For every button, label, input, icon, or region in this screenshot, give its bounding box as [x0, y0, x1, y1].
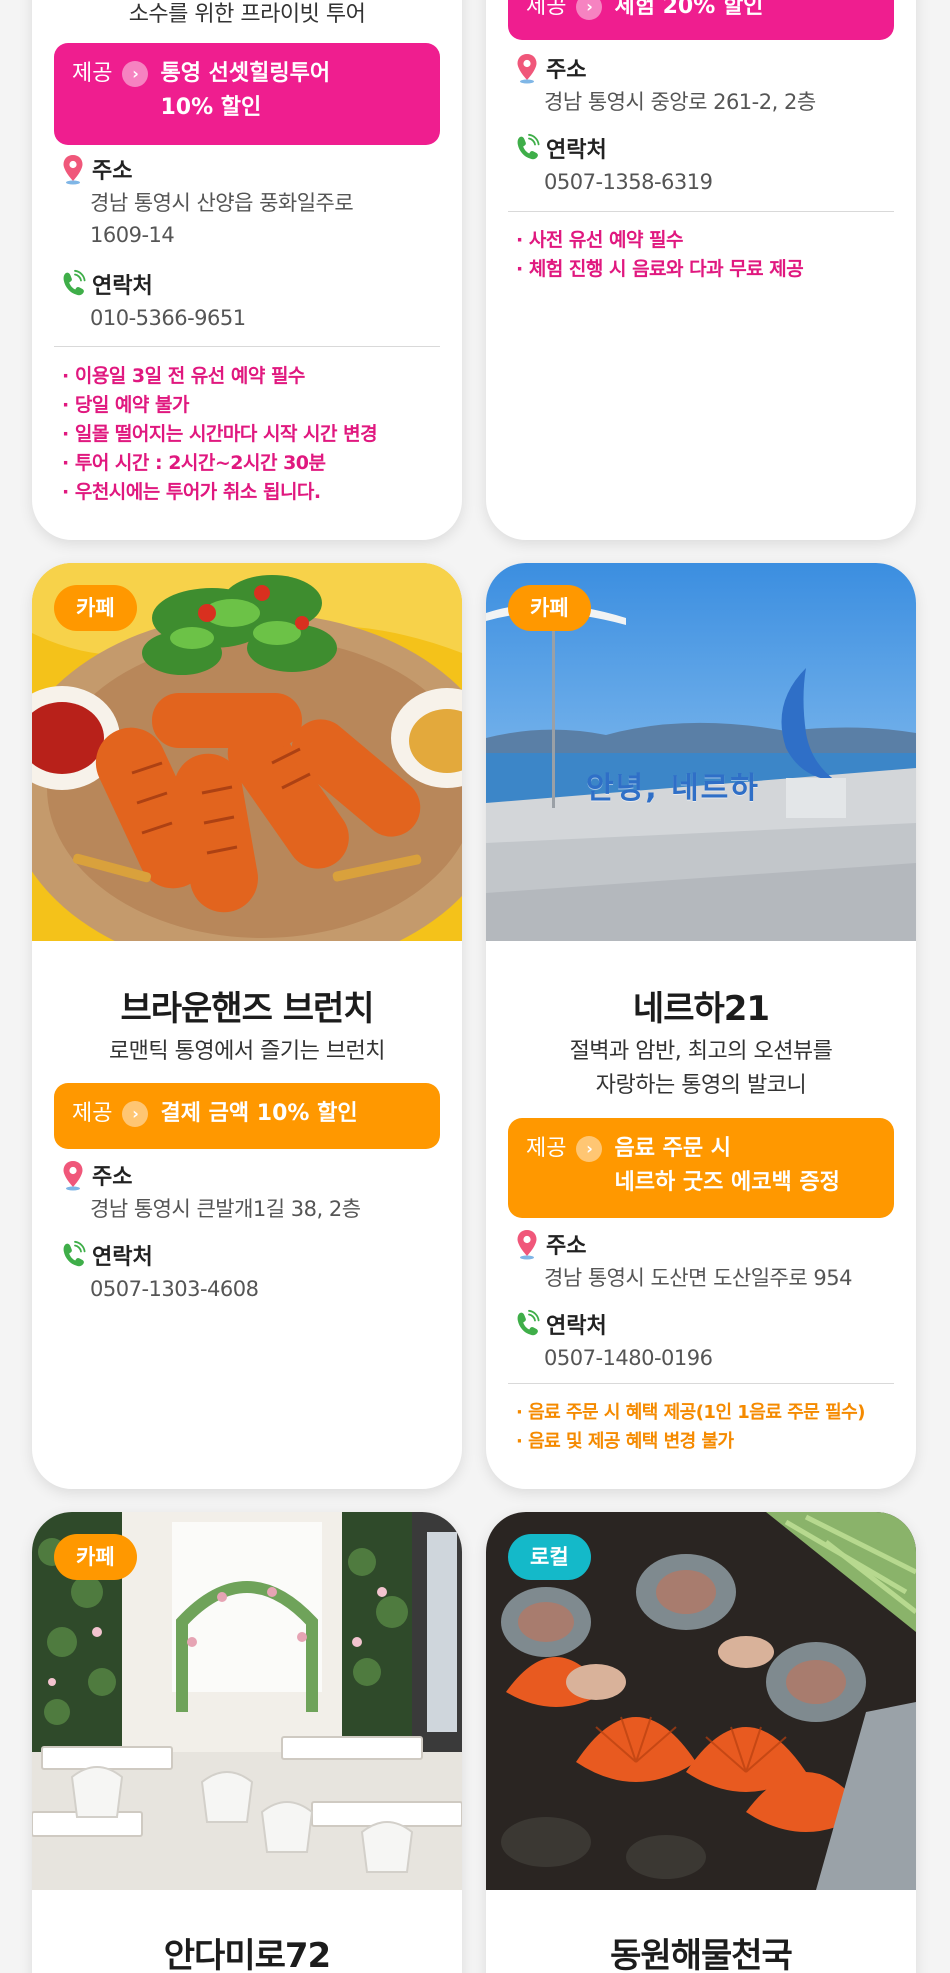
phone-value[interactable]: 0507-1358-6319	[514, 166, 894, 198]
note-item: · 사전 유선 예약 필수	[516, 229, 684, 251]
notes-list: · 이용일 3일 전 유선 예약 필수 · 당일 예약 불가 · 일몰 떨어지는…	[62, 362, 440, 507]
divider	[508, 211, 894, 212]
address-block: 주소 경남 통영시 중앙로 261-2, 2층	[514, 52, 894, 118]
place-card-andamiro72: 카페 안다미로72	[32, 1512, 462, 1973]
note-item: · 당일 예약 불가	[62, 394, 189, 416]
offer-text: 통영 선셋힐링투어 10% 할인	[160, 61, 331, 120]
phone-icon	[517, 1309, 540, 1336]
address-value: 경남 통영시 산양읍 풍화일주로 1609-14	[90, 191, 354, 247]
offer-text: 결제 금액 10% 할인	[160, 1101, 358, 1126]
address-value: 경남 통영시 큰발개1길 38, 2층	[90, 1197, 361, 1221]
note-item: · 우천시에는 투어가 취소 됩니다.	[62, 481, 321, 503]
offer-text: 체험 20% 할인	[614, 0, 764, 19]
category-tag: 로컬	[508, 1534, 591, 1580]
contact-block: 연락처 0507-1303-4608	[60, 1239, 440, 1305]
address-value: 경남 통영시 중앙로 261-2, 2층	[544, 90, 816, 114]
card-subtitle: 소수를 위한 프라이빗 투어	[128, 2, 366, 27]
address-label: 주소	[92, 1165, 133, 1190]
place-card-nerha21: 안녕, 네르하 카페 네르하21 절벽과 암반, 최고의 오션뷰를 자랑하는 통…	[486, 563, 916, 1489]
card-subtitle: 로맨틱 통영에서 즐기는 브런치	[108, 1039, 386, 1064]
offer-provide-label: 제공	[72, 61, 113, 86]
category-tag: 카페	[54, 1534, 137, 1580]
phone-icon	[63, 269, 86, 296]
card-title: 브라운핸즈 브런치	[120, 989, 374, 1029]
contact-block: 연락처 0507-1480-0196	[514, 1308, 894, 1374]
card-title: 동원해물천국	[610, 1936, 793, 1973]
location-pin-icon	[63, 155, 83, 185]
chevron-right-icon: ›	[122, 61, 149, 87]
place-card-workshop: 제공 › 체험 20% 할인 주소 경남 통영시 중앙로 261-2, 2층 연…	[486, 0, 916, 540]
offer-provide-label: 제공	[526, 0, 567, 19]
location-pin-icon	[517, 1230, 537, 1260]
offer-provide-label: 제공	[526, 1136, 567, 1161]
note-item: · 일몰 떨어지는 시간마다 시작 시간 변경	[62, 423, 378, 445]
address-value: 경남 통영시 도산면 도산일주로 954	[544, 1266, 852, 1290]
category-tag: 카페	[54, 585, 137, 631]
contact-label: 연락처	[92, 1245, 153, 1270]
address-block: 주소 경남 통영시 산양읍 풍화일주로 1609-14	[60, 153, 440, 251]
note-item: · 음료 주문 시 혜택 제공(1인 1음료 주문 필수)	[516, 1402, 865, 1423]
category-tag: 카페	[508, 585, 591, 631]
note-item: · 이용일 3일 전 유선 예약 필수	[62, 365, 305, 387]
phone-value[interactable]: 010-5366-9651	[60, 302, 440, 334]
place-card-sunset-tour: 소수를 위한 프라이빗 투어 제공 › 통영 선셋힐링투어 10% 할인 주소 …	[32, 0, 462, 540]
chevron-right-icon: ›	[576, 1136, 603, 1162]
address-label: 주소	[92, 159, 133, 184]
contact-label: 연락처	[546, 1314, 607, 1339]
nerha-sign-text: 안녕, 네르하	[586, 771, 760, 806]
phone-icon	[63, 1240, 86, 1267]
offer-banner: 제공 › 통영 선셋힐링투어 10% 할인	[54, 43, 440, 145]
note-item: · 투어 시간 : 2시간~2시간 30분	[62, 452, 326, 474]
address-block: 주소 경남 통영시 도산면 도산일주로 954	[514, 1228, 894, 1294]
note-item: · 체험 진행 시 음료와 다과 무료 제공	[516, 258, 804, 280]
notes-list: · 음료 주문 시 혜택 제공(1인 1음료 주문 필수) · 음료 및 제공 …	[516, 1398, 894, 1456]
location-pin-icon	[517, 54, 537, 84]
address-block: 주소 경남 통영시 큰발개1길 38, 2층	[60, 1159, 440, 1225]
offer-banner: 제공 › 결제 금액 10% 할인	[54, 1083, 440, 1149]
contact-block: 연락처 0507-1358-6319	[514, 132, 894, 198]
chevron-right-icon: ›	[576, 0, 603, 20]
card-title: 네르하21	[632, 989, 770, 1029]
offer-provide-label: 제공	[72, 1101, 113, 1126]
place-card-dongwon-seafood: 로컬 동원해물천국	[486, 1512, 916, 1973]
phone-value[interactable]: 0507-1480-0196	[514, 1342, 894, 1374]
contact-block: 연락처 010-5366-9651	[60, 268, 440, 334]
phone-value[interactable]: 0507-1303-4608	[60, 1273, 440, 1305]
card-subtitle: 절벽과 암반, 최고의 오션뷰를 자랑하는 통영의 발코니	[569, 1039, 833, 1098]
note-item: · 음료 및 제공 혜택 변경 불가	[516, 1431, 734, 1452]
offer-banner: 제공 › 체험 20% 할인	[508, 0, 894, 40]
divider	[54, 346, 440, 347]
place-card-brownhands: 카페 브라운핸즈 브런치 로맨틱 통영에서 즐기는 브런치 제공 › 결제 금액…	[32, 563, 462, 1489]
offer-text: 음료 주문 시 네르하 굿즈 에코백 증정	[614, 1136, 840, 1195]
contact-label: 연락처	[546, 138, 607, 163]
divider	[508, 1383, 894, 1384]
location-pin-icon	[63, 1161, 83, 1191]
phone-icon	[517, 133, 540, 160]
address-label: 주소	[546, 1234, 587, 1259]
address-label: 주소	[546, 58, 587, 83]
offer-banner: 제공 › 음료 주문 시 네르하 굿즈 에코백 증정	[508, 1118, 894, 1218]
card-title: 안다미로72	[163, 1936, 331, 1973]
contact-label: 연락처	[92, 274, 153, 299]
notes-list: · 사전 유선 예약 필수 · 체험 진행 시 음료와 다과 무료 제공	[516, 226, 894, 284]
chevron-right-icon: ›	[122, 1101, 149, 1127]
